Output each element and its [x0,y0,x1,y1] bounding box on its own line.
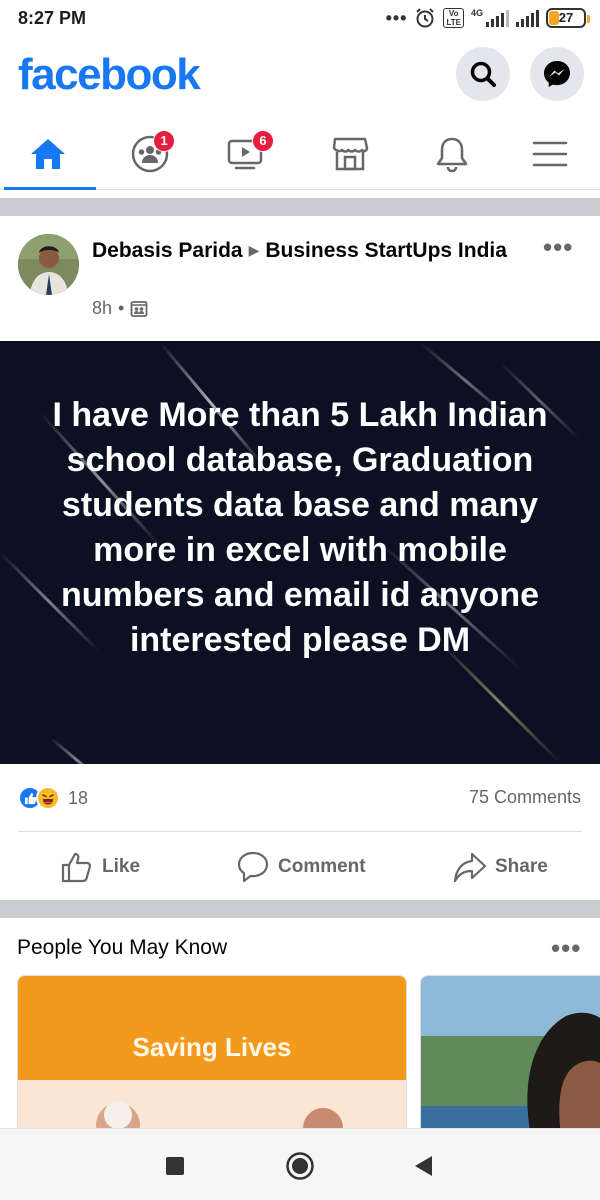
groups-badge: 1 [153,130,175,152]
post-author-line: Debasis Parida ▶ Business StartUps India [92,236,522,267]
pymk-card[interactable]: Saving Lives [17,975,407,1135]
group-privacy-icon [130,300,148,317]
tab-marketplace[interactable] [302,118,398,190]
arrow-right-icon: ▶ [248,242,260,258]
home-nav-button[interactable] [285,1151,315,1181]
reactions-summary[interactable]: 18 [18,786,88,810]
pymk-more-options-icon[interactable]: ••• [551,935,581,961]
tab-menu[interactable] [502,118,598,190]
recents-icon [166,1157,184,1175]
home-circle-icon [286,1152,314,1180]
messenger-button[interactable] [530,47,584,101]
post-more-options-icon[interactable]: ••• [543,234,573,260]
author-name[interactable]: Debasis Parida [92,239,243,262]
watch-badge: 6 [252,130,274,152]
share-icon [453,852,487,883]
back-button[interactable] [408,1151,438,1181]
volte-icon: Vo LTE [443,8,464,28]
battery-icon: 27 [546,8,590,28]
tab-bar: 1 6 [0,118,600,190]
facebook-logo[interactable]: facebook [18,50,201,100]
bell-icon [436,137,468,173]
search-icon [470,61,496,87]
status-icons: ••• Vo LTE 4G 27 [385,7,590,29]
like-label: Like [102,856,141,877]
network-type: 4G [470,8,483,18]
pymk-title: People You May Know [17,936,228,959]
post-image-text: I have More than 5 Lakh Indian school da… [52,396,548,659]
tab-groups[interactable]: 1 [102,118,198,190]
battery-fill [549,11,559,25]
back-icon [415,1156,432,1176]
signal-icon-2 [516,9,539,27]
signal-icon [486,9,509,27]
comments-count[interactable]: 75 Comments [469,787,581,808]
meta-separator: • [118,298,125,318]
comment-button[interactable]: Comment [236,848,366,886]
group-name[interactable]: Business StartUps India [265,239,507,262]
share-button[interactable]: Share [453,848,548,886]
post-time[interactable]: 8h [92,298,112,319]
marketplace-icon [332,137,369,171]
menu-icon [532,141,568,167]
alarm-icon [416,8,435,28]
pymk-card-photo [18,1080,406,1134]
reaction-count: 18 [68,787,89,808]
search-button[interactable] [456,47,510,101]
avatar[interactable] [18,234,79,295]
android-nav-bar [0,1128,600,1200]
home-icon [31,139,65,169]
pymk-card-text: Saving Lives [132,1032,292,1062]
post-image[interactable]: I have More than 5 Lakh Indian school da… [0,341,600,764]
battery-percent: 27 [558,10,574,25]
thumbs-up-icon [61,852,92,883]
status-bar: 8:27 PM ••• Vo LTE 4G 27 [0,0,600,36]
feed-separator-2 [0,900,600,918]
like-button[interactable]: Like [60,848,140,886]
dots-icon: ••• [385,8,408,28]
comment-icon [237,851,269,883]
feed-separator [0,198,600,216]
messenger-icon [544,61,570,87]
post-meta: 8h • [92,298,148,319]
pymk-card-2[interactable] [420,975,600,1135]
recents-button[interactable] [160,1151,190,1181]
tab-home[interactable] [0,118,96,190]
haha-reaction-icon [36,786,60,810]
tab-watch[interactable]: 6 [198,118,294,190]
reactions-divider [18,831,582,832]
tab-notifications[interactable] [404,118,500,190]
comment-label: Comment [278,856,366,877]
status-time: 8:27 PM [18,8,87,28]
share-label: Share [495,856,548,877]
